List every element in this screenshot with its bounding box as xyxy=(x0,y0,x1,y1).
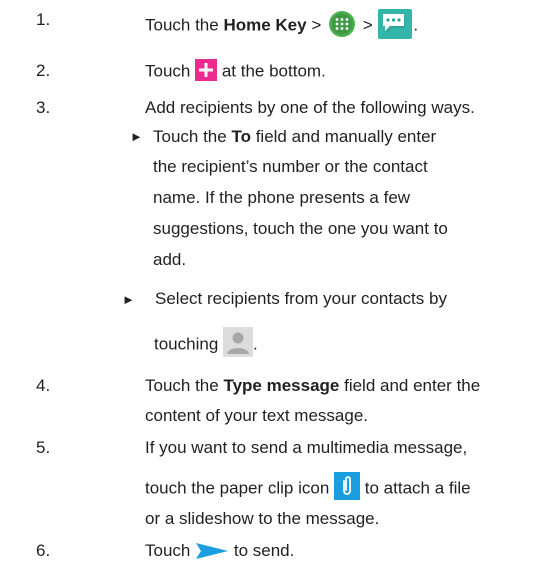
bullet-icon: ► xyxy=(130,129,143,144)
to-field-label: To xyxy=(231,127,251,146)
bullet-line: name. If the phone presents a few xyxy=(153,188,411,207)
step-number: 6. xyxy=(36,541,51,560)
step-line: Touch the Home Key > > . xyxy=(145,8,419,42)
period: . xyxy=(413,15,419,35)
step-text: to send. xyxy=(233,541,295,560)
bullet-line: touching . xyxy=(154,327,258,360)
apps-grid-icon xyxy=(326,10,358,38)
contact-person-icon xyxy=(223,327,254,357)
step-number: 3. xyxy=(36,98,51,117)
step-text: Touch the xyxy=(145,15,224,35)
step-text: to attach a file xyxy=(364,478,471,498)
type-message-label: Type message xyxy=(223,376,340,395)
step-text: Touch the xyxy=(145,376,224,395)
bullet-line: Select recipients from your contacts by xyxy=(155,289,447,308)
step-line: content of your text message. xyxy=(145,406,369,425)
send-arrow-icon xyxy=(195,542,229,560)
step-line: Touch to send. xyxy=(145,541,294,561)
step-text: touch the paper clip icon xyxy=(145,478,330,498)
bullet-line: add. xyxy=(153,250,187,269)
period: . xyxy=(253,334,258,354)
separator: > xyxy=(306,15,326,35)
step-line: If you want to send a multimedia message… xyxy=(145,438,468,457)
step-line: Touch the Type message field and enter t… xyxy=(145,376,480,396)
bullet-line: suggestions, touch the one you want to xyxy=(153,219,448,238)
bullet-icon: ► xyxy=(122,292,135,307)
step-text: Touch xyxy=(145,541,191,560)
messaging-app-icon xyxy=(377,8,413,40)
step-text: field and enter the xyxy=(339,376,481,395)
home-key-label: Home Key xyxy=(223,15,307,35)
bullet-line: the recipient’s number or the contact xyxy=(153,157,428,176)
step-number: 1. xyxy=(36,10,51,29)
step-number: 4. xyxy=(36,376,51,395)
step-line: touch the paper clip icon to attach a fi… xyxy=(145,472,471,503)
bullet-line: Touch the To field and manually enter xyxy=(153,127,436,147)
step-text: Touch the xyxy=(153,127,232,146)
step-text: field and manually enter xyxy=(250,127,437,146)
separator: > xyxy=(357,15,378,35)
step-line: Add recipients by one of the following w… xyxy=(145,98,475,117)
step-text: touching xyxy=(154,334,219,354)
step-number: 2. xyxy=(36,61,51,80)
step-line: Touch at the bottom. xyxy=(145,59,326,83)
step-text: Touch xyxy=(145,61,191,81)
step-line: or a slideshow to the message. xyxy=(145,509,380,528)
step-number: 5. xyxy=(36,438,51,457)
plus-icon xyxy=(195,59,218,81)
step-text: at the bottom. xyxy=(221,61,326,81)
paper-clip-icon xyxy=(334,472,361,500)
